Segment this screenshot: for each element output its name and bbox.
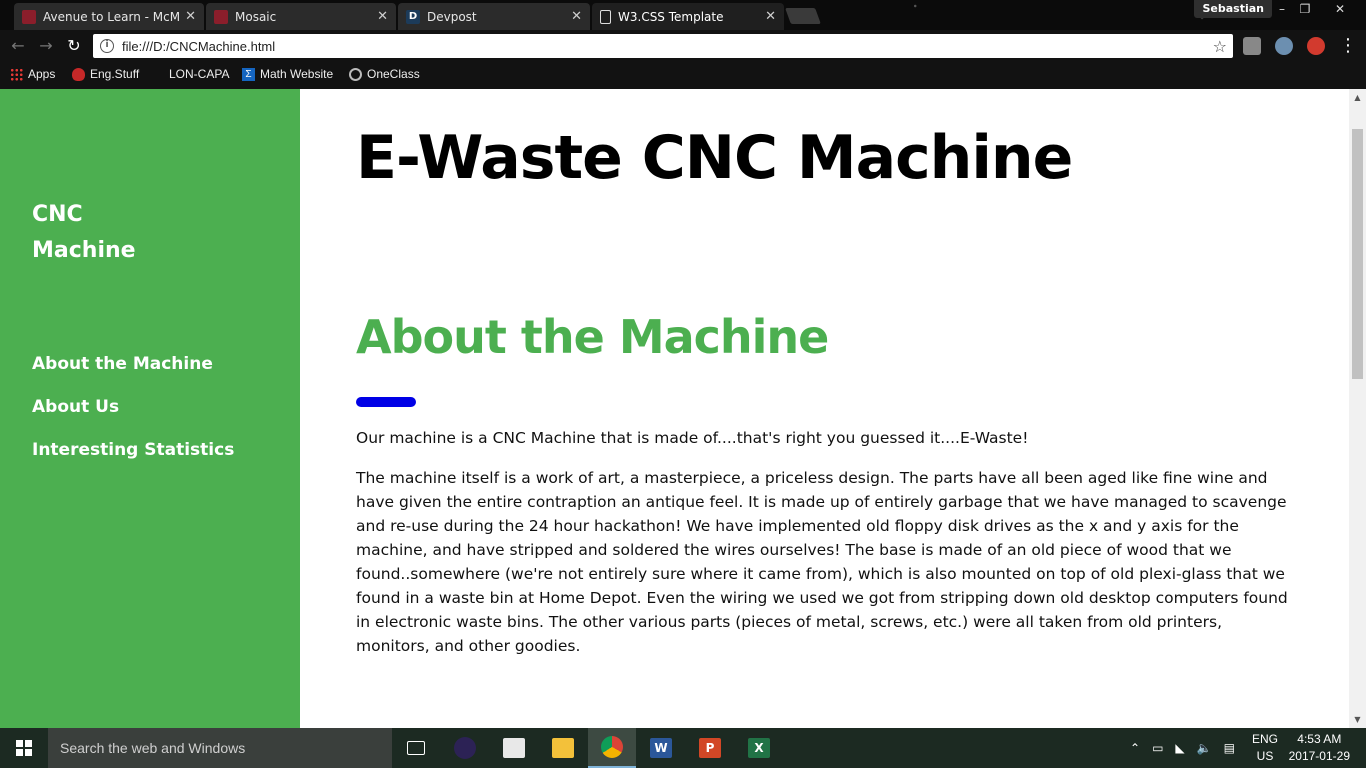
browser-tab-strip: Avenue to Learn - McMa ✕ Mosaic ✕ D Devp… <box>0 0 1366 30</box>
new-tab-button[interactable] <box>785 8 821 24</box>
system-tray: ⌃ ▭ ◣ 🔈 ▤ <box>1130 728 1235 768</box>
forward-arrow-icon[interactable]: → <box>36 36 56 56</box>
bookmark-label: Apps <box>28 67 56 81</box>
tab-close-icon[interactable]: ✕ <box>765 9 776 24</box>
powerpoint-icon: P <box>699 738 721 758</box>
excel-icon: X <box>748 738 770 758</box>
restore-icon[interactable]: ❐ <box>1296 2 1314 16</box>
sidebar-link-about-the-machine[interactable]: About the Machine <box>32 354 213 374</box>
address-url[interactable]: file:///D:/CNCMachine.html <box>122 39 1213 54</box>
tab-close-icon[interactable]: ✕ <box>571 9 582 24</box>
input-language-indicator[interactable]: ENG US <box>1252 731 1278 765</box>
file-explorer-taskbar-button[interactable] <box>539 728 587 768</box>
wifi-icon[interactable]: ◣ <box>1175 741 1184 755</box>
windows-logo-icon <box>16 740 32 756</box>
scroll-up-arrow-icon[interactable]: ▲ <box>1353 93 1362 102</box>
shield-extension-icon[interactable] <box>1307 37 1325 55</box>
task-view-button[interactable] <box>392 728 440 768</box>
clock-time: 4:53 AM <box>1297 732 1342 746</box>
tab-devpost[interactable]: D Devpost ✕ <box>398 3 590 30</box>
drive-extension-icon[interactable] <box>1243 37 1261 55</box>
bookmark-label: LON-CAPA <box>169 67 230 81</box>
word-icon: W <box>650 738 672 758</box>
eye-extension-icon[interactable] <box>1275 37 1293 55</box>
taskbar-search-box[interactable]: Search the web and Windows <box>48 728 392 768</box>
bookmark-math-website[interactable]: Σ Math Website <box>242 67 333 81</box>
bookmark-star-icon[interactable]: ☆ <box>1213 37 1227 56</box>
tab-mosaic[interactable]: Mosaic ✕ <box>206 3 396 30</box>
web-page: CNC Machine About the Machine About Us I… <box>0 89 1366 728</box>
bookmark-label: Math Website <box>260 67 334 81</box>
brand-line: Machine <box>32 238 136 263</box>
scroll-down-arrow-icon[interactable]: ▼ <box>1353 715 1362 724</box>
tab-title: Mosaic <box>235 9 277 24</box>
tab-title: Devpost <box>427 9 477 24</box>
section-heading: About the Machine <box>356 310 829 364</box>
back-arrow-icon[interactable]: ← <box>8 36 28 56</box>
language-code: ENG <box>1252 732 1279 746</box>
document-favicon-icon <box>600 9 611 24</box>
tab-close-icon[interactable]: ✕ <box>185 9 196 24</box>
blank-favicon-icon <box>154 68 164 81</box>
apps-grid-icon <box>10 67 23 81</box>
action-center-icon[interactable]: ▤ <box>1224 741 1235 755</box>
tab-avenue-to-learn[interactable]: Avenue to Learn - McMa ✕ <box>14 3 204 30</box>
bookmark-apps[interactable]: Apps <box>10 67 55 81</box>
windows-taskbar: Search the web and Windows W P X ⌃ ▭ ◣ 🔈… <box>0 728 1366 768</box>
mosaic-favicon-icon <box>214 9 228 24</box>
eclipse-taskbar-button[interactable] <box>441 728 489 768</box>
sidebar-link-about-us[interactable]: About Us <box>32 397 119 417</box>
menu-icon[interactable]: ⋮ <box>1338 36 1358 56</box>
flame-icon <box>72 67 85 81</box>
folder-icon <box>552 738 574 758</box>
region-code: US <box>1256 749 1274 763</box>
sigma-icon: Σ <box>242 67 255 81</box>
bookmark-lon-capa[interactable]: LON-CAPA <box>154 67 229 81</box>
task-view-icon <box>407 741 425 755</box>
tab-w3css-template[interactable]: W3.CSS Template ✕ <box>592 3 784 30</box>
python-icon <box>503 738 525 758</box>
volume-muted-icon[interactable]: 🔈 <box>1197 741 1212 755</box>
page-title: E-Waste CNC Machine <box>356 123 1073 193</box>
address-bar[interactable]: i file:///D:/CNCMachine.html ☆ <box>93 34 1233 58</box>
description-paragraph: The machine itself is a work of art, a m… <box>356 469 1288 655</box>
profile-button[interactable]: Sebastian <box>1194 0 1272 18</box>
eclipse-icon <box>454 737 476 759</box>
reload-icon[interactable]: ↻ <box>64 36 84 56</box>
chrome-icon <box>601 736 623 758</box>
bookmark-oneclass[interactable]: OneClass <box>349 67 420 81</box>
chrome-taskbar-button[interactable] <box>588 728 636 768</box>
bookmark-label: Eng.Stuff <box>90 67 140 81</box>
sidebar-brand: CNC Machine <box>32 197 232 269</box>
browser-toolbar: ← → ↻ i file:///D:/CNCMachine.html ☆ ⋮ <box>0 30 1366 62</box>
clock-date: 2017-01-29 <box>1288 749 1350 763</box>
brand-line: CNC <box>32 202 83 227</box>
tab-title: Avenue to Learn - McMa <box>43 9 180 24</box>
tab-title: W3.CSS Template <box>618 9 724 24</box>
start-button[interactable] <box>0 728 48 768</box>
tab-close-icon[interactable]: ✕ <box>377 9 388 24</box>
sidebar: CNC Machine About the Machine About Us I… <box>0 89 300 728</box>
taskbar-clock[interactable]: 4:53 AM 2017-01-29 <box>1289 731 1350 765</box>
devpost-favicon-icon: D <box>406 9 420 24</box>
intro-paragraph: Our machine is a CNC Machine that is mad… <box>356 429 1029 447</box>
battery-icon[interactable]: ▭ <box>1152 741 1163 755</box>
info-icon[interactable]: i <box>100 39 114 53</box>
powerpoint-taskbar-button[interactable]: P <box>686 728 734 768</box>
sidebar-link-interesting-statistics[interactable]: Interesting Statistics <box>32 440 234 460</box>
close-window-icon[interactable]: ✕ <box>1331 2 1349 16</box>
word-taskbar-button[interactable]: W <box>637 728 685 768</box>
minimize-icon[interactable]: – <box>1273 2 1291 16</box>
excel-taskbar-button[interactable]: X <box>735 728 783 768</box>
bookmark-label: OneClass <box>367 67 420 81</box>
mcmaster-favicon-icon <box>22 9 36 24</box>
bookmarks-bar: Apps Eng.Stuff LON-CAPA Σ Math Website O… <box>0 62 1366 89</box>
oneclass-icon <box>349 67 362 81</box>
bookmark-eng-stuff[interactable]: Eng.Stuff <box>72 67 139 81</box>
python-taskbar-button[interactable] <box>490 728 538 768</box>
chevron-up-icon[interactable]: ⌃ <box>1130 741 1140 755</box>
vertical-scrollbar[interactable]: ▲ ▼ <box>1349 89 1366 728</box>
scrollbar-thumb[interactable] <box>1352 129 1363 379</box>
accent-divider <box>356 397 416 407</box>
